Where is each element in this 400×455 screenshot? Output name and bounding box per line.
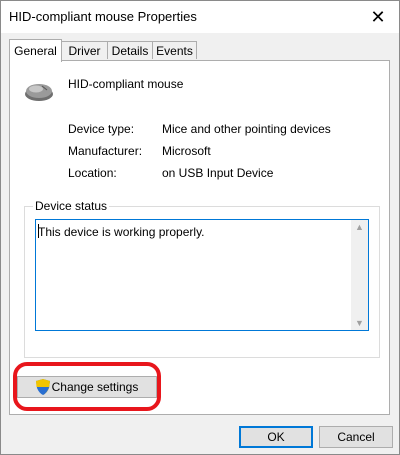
close-icon[interactable]: ✕ bbox=[363, 3, 393, 31]
change-settings-label: Change settings bbox=[51, 380, 139, 394]
tab-events[interactable]: Events bbox=[152, 41, 197, 59]
device-name: HID-compliant mouse bbox=[68, 77, 184, 91]
title-bar: HID-compliant mouse Properties ✕ bbox=[1, 1, 399, 33]
change-settings-button[interactable]: Change settings bbox=[17, 376, 157, 398]
device-type-value: Mice and other pointing devices bbox=[162, 122, 331, 136]
status-scrollbar[interactable]: ▲ ▼ bbox=[351, 220, 368, 330]
manufacturer-value: Microsoft bbox=[162, 144, 211, 158]
ok-button[interactable]: OK bbox=[239, 426, 313, 448]
location-value: on USB Input Device bbox=[162, 166, 274, 180]
tab-details[interactable]: Details bbox=[107, 41, 153, 59]
tab-driver[interactable]: Driver bbox=[61, 41, 108, 59]
mouse-icon bbox=[25, 84, 53, 101]
general-panel: HID-compliant mouse Device type: Mice an… bbox=[9, 60, 390, 415]
device-status-text: This device is working properly. bbox=[38, 225, 205, 239]
device-status-label: Device status bbox=[33, 199, 110, 213]
window-title: HID-compliant mouse Properties bbox=[9, 9, 197, 24]
device-status-group: Device status This device is working pro… bbox=[24, 199, 380, 358]
tab-general[interactable]: General bbox=[9, 39, 62, 62]
scroll-up-icon[interactable]: ▲ bbox=[355, 222, 364, 232]
device-type-label: Device type: bbox=[68, 122, 135, 136]
manufacturer-label: Manufacturer: bbox=[68, 144, 143, 158]
cancel-button[interactable]: Cancel bbox=[319, 426, 393, 448]
device-status-textbox[interactable]: This device is working properly. ▲ ▼ bbox=[35, 219, 369, 331]
properties-dialog: HID-compliant mouse Properties ✕ General… bbox=[0, 0, 400, 455]
location-label: Location: bbox=[68, 166, 117, 180]
scroll-down-icon[interactable]: ▼ bbox=[355, 318, 364, 328]
uac-shield-icon bbox=[35, 379, 50, 395]
